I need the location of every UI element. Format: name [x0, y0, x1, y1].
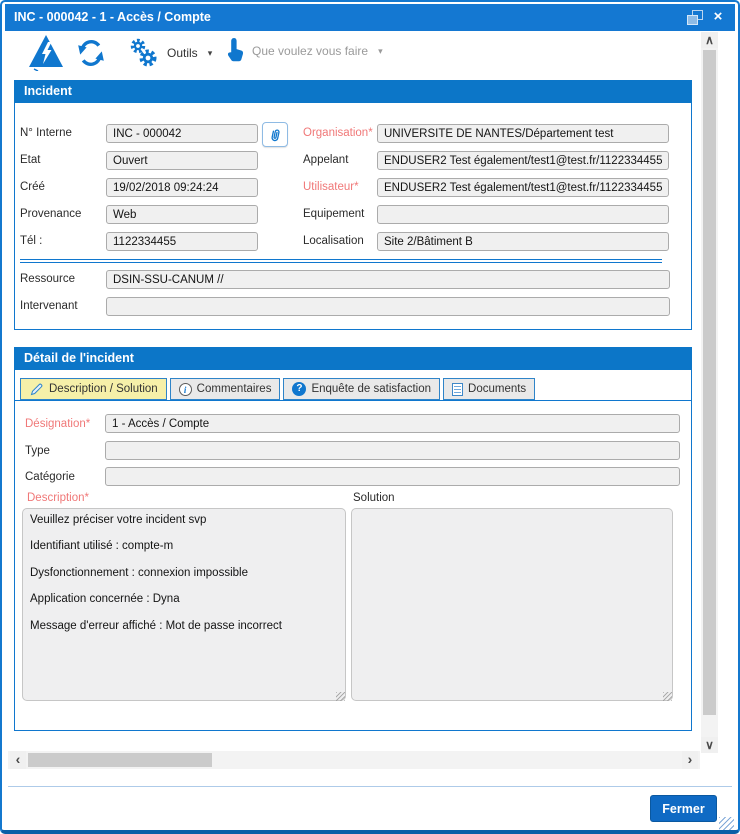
- assignee-field[interactable]: [106, 297, 670, 316]
- incident-dialog: INC - 000042 - 1 - Accès / Compte ×: [0, 0, 740, 834]
- fermer-button[interactable]: Fermer: [650, 795, 717, 822]
- assignee-label: Intervenant: [20, 300, 78, 312]
- incident-panel-header: Incident: [14, 80, 692, 103]
- scroll-left-arrow[interactable]: ‹: [10, 751, 26, 769]
- horizontal-scrollbar-thumb[interactable]: [28, 753, 212, 767]
- solution-textarea[interactable]: [351, 508, 673, 701]
- location-field[interactable]: [377, 232, 669, 251]
- designation-field[interactable]: [105, 414, 680, 433]
- tabs-baseline: [15, 400, 691, 401]
- description-label: Description*: [27, 492, 89, 504]
- hand-pointer-icon: [224, 36, 246, 66]
- solution-label: Solution: [353, 492, 395, 504]
- question-icon: ?: [292, 382, 306, 396]
- description-resize-grip[interactable]: [336, 692, 345, 701]
- dialog-titlebar: INC - 000042 - 1 - Accès / Compte ×: [5, 4, 735, 31]
- state-label: Etat: [20, 154, 40, 166]
- phone-field[interactable]: [106, 232, 258, 251]
- scroll-down-arrow[interactable]: ∨: [701, 737, 718, 753]
- organisation-field[interactable]: [377, 124, 669, 143]
- warning-triangle-icon: [28, 33, 64, 71]
- created-field[interactable]: [106, 178, 258, 197]
- document-icon: [452, 383, 463, 396]
- close-icon[interactable]: ×: [709, 4, 727, 31]
- paperclip-icon: [266, 125, 284, 144]
- tab-documents[interactable]: Documents: [443, 378, 535, 400]
- user-field[interactable]: [377, 178, 669, 197]
- resource-field[interactable]: [106, 270, 670, 289]
- organisation-label: Organisation*: [303, 127, 373, 139]
- tab-label: Description / Solution: [49, 383, 158, 395]
- tools-menu-label: Outils: [167, 46, 198, 60]
- internal-number-label: N° Interne: [20, 127, 72, 139]
- detail-tabs: Description / Solution i Commentaires ? …: [20, 378, 535, 400]
- tab-description-solution[interactable]: Description / Solution: [20, 378, 167, 400]
- attachment-button[interactable]: [262, 122, 288, 147]
- created-label: Créé: [20, 181, 45, 193]
- footer-divider: [8, 786, 732, 787]
- chevron-down-icon: ▾: [378, 46, 383, 57]
- category-field[interactable]: [105, 467, 680, 486]
- caller-field[interactable]: [377, 151, 669, 170]
- type-field[interactable]: [105, 441, 680, 460]
- type-label: Type: [25, 445, 50, 457]
- internal-number-field[interactable]: [106, 124, 258, 143]
- caller-label: Appelant: [303, 154, 348, 166]
- equipment-label: Equipement: [303, 208, 364, 220]
- designation-label: Désignation*: [25, 418, 90, 430]
- refresh-button[interactable]: [77, 39, 105, 72]
- incident-panel-title: Incident: [24, 84, 72, 98]
- phone-label: Tél :: [20, 235, 42, 247]
- tab-label: Documents: [468, 383, 526, 395]
- detail-panel-title: Détail de l'incident: [24, 351, 134, 365]
- section-divider: [20, 259, 662, 263]
- gears-icon: [127, 37, 161, 69]
- scroll-up-arrow[interactable]: ∧: [701, 32, 718, 48]
- tools-menu-button[interactable]: Outils ▾: [127, 37, 212, 69]
- actions-menu-label: Que voulez vous faire: [252, 44, 368, 58]
- solution-resize-grip[interactable]: [663, 692, 672, 701]
- origin-label: Provenance: [20, 208, 81, 220]
- tab-label: Enquête de satisfaction: [311, 383, 431, 395]
- detail-panel-header: Détail de l'incident: [14, 347, 692, 370]
- equipment-field[interactable]: [377, 205, 669, 224]
- origin-field[interactable]: [106, 205, 258, 224]
- vertical-scrollbar-thumb[interactable]: [703, 50, 716, 715]
- popout-icon[interactable]: [687, 10, 703, 25]
- state-field[interactable]: [106, 151, 258, 170]
- location-label: Localisation: [303, 235, 364, 247]
- refresh-icon: [77, 39, 105, 67]
- pencil-icon: [29, 382, 44, 397]
- tab-commentaires[interactable]: i Commentaires: [170, 378, 281, 400]
- tab-label: Commentaires: [197, 383, 272, 395]
- dialog-title: INC - 000042 - 1 - Accès / Compte: [14, 10, 211, 24]
- window-resize-grip[interactable]: [719, 817, 734, 830]
- chevron-down-icon: ▾: [208, 48, 213, 59]
- incident-alert-button[interactable]: [28, 33, 64, 76]
- tab-enquete-satisfaction[interactable]: ? Enquête de satisfaction: [283, 378, 440, 400]
- user-label: Utilisateur*: [303, 181, 359, 193]
- actions-menu-button[interactable]: Que voulez vous faire ▾: [224, 36, 383, 66]
- description-textarea[interactable]: Veuillez préciser votre incident svp Ide…: [22, 508, 346, 701]
- category-label: Catégorie: [25, 471, 75, 483]
- resource-label: Ressource: [20, 273, 75, 285]
- scroll-right-arrow[interactable]: ›: [682, 751, 698, 769]
- info-icon: i: [179, 383, 192, 396]
